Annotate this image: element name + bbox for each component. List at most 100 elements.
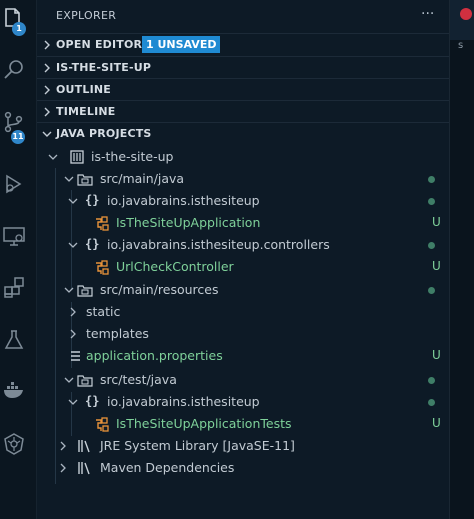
chevron-down-icon <box>64 377 74 383</box>
source-control-activity[interactable]: 11 <box>0 104 36 148</box>
package-icon: {} <box>85 394 100 408</box>
modified-dot <box>428 176 435 183</box>
untracked-status: U <box>432 348 441 362</box>
chevron-right-icon <box>44 40 50 50</box>
java-class-icon <box>96 216 109 231</box>
run-debug-activity[interactable] <box>0 166 36 210</box>
tree-item-source-folder[interactable]: src/main/resources <box>37 279 449 301</box>
kubernetes-icon <box>4 433 24 455</box>
section-label: TIMELINE <box>56 105 116 118</box>
chevron-down-icon <box>42 131 52 137</box>
editor-area: s <box>449 0 474 519</box>
sidebar-title: EXPLORER <box>56 9 117 22</box>
chevron-right-icon <box>60 441 66 451</box>
extensions-icon <box>4 277 24 298</box>
tree-item-java-class[interactable]: IsTheSiteUpApplication U <box>37 212 449 234</box>
tree-item-source-folder[interactable]: src/test/java <box>37 369 449 391</box>
section-open-editors[interactable]: OPEN EDITORS 1 UNSAVED <box>37 33 449 56</box>
docker-activity[interactable] <box>0 372 36 416</box>
tree-item-package[interactable]: {} io.javabrains.isthesiteup.controllers <box>37 234 449 256</box>
tree-item-folder[interactable]: templates <box>37 323 449 345</box>
kubernetes-activity[interactable] <box>0 426 36 470</box>
chevron-right-icon <box>44 63 50 73</box>
package-icon: {} <box>85 237 100 251</box>
chevron-right-icon <box>44 107 50 117</box>
library-icon <box>78 462 90 475</box>
java-class-icon <box>96 417 109 432</box>
explorer-activity[interactable]: 1 <box>0 0 36 44</box>
tree-item-library[interactable]: JRE System Library [JavaSE-11] <box>37 435 449 457</box>
properties-file-icon <box>71 351 80 361</box>
tree-item-label: src/main/resources <box>100 282 219 297</box>
tree-item-library[interactable]: Maven Dependencies <box>37 457 449 479</box>
section-timeline[interactable]: TIMELINE <box>37 100 449 123</box>
more-actions-icon[interactable]: ··· <box>421 6 434 22</box>
modified-dot <box>428 287 435 294</box>
java-class-icon <box>96 260 109 275</box>
source-folder-icon <box>77 285 93 297</box>
chevron-down-icon <box>68 399 78 405</box>
chevron-right-icon <box>44 85 50 95</box>
editor-text: s <box>458 40 464 51</box>
chevron-right-icon <box>70 329 76 339</box>
untracked-status: U <box>432 215 441 229</box>
explorer-sidebar: EXPLORER ··· OPEN EDITORS 1 UNSAVED IS-T… <box>37 0 449 519</box>
library-icon <box>78 440 90 453</box>
testing-activity[interactable] <box>0 322 36 366</box>
sidebar-header: EXPLORER ··· <box>37 0 449 32</box>
tree-item-folder[interactable]: static <box>37 301 449 323</box>
section-outline[interactable]: OUTLINE <box>37 78 449 101</box>
source-folder-icon <box>77 375 93 387</box>
unsaved-dot-icon <box>460 8 472 20</box>
untracked-status: U <box>432 416 441 430</box>
run-debug-icon <box>6 174 22 194</box>
source-control-badge: 11 <box>11 130 25 144</box>
remote-explorer-activity[interactable] <box>0 218 36 262</box>
section-label: JAVA PROJECTS <box>56 127 152 140</box>
search-activity[interactable] <box>0 52 36 96</box>
tree-item-label: IsTheSiteUpApplication <box>116 215 261 230</box>
section-label: OPEN EDITORS <box>56 38 151 51</box>
tree-item-label: io.javabrains.isthesiteup.controllers <box>107 237 330 252</box>
tree-item-label: src/test/java <box>100 372 177 387</box>
tree-item-label: io.javabrains.isthesiteup <box>107 394 260 409</box>
section-label: OUTLINE <box>56 83 112 96</box>
tree-item-label: io.javabrains.isthesiteup <box>107 193 260 208</box>
remote-explorer-icon <box>3 227 25 246</box>
chevron-down-icon <box>64 176 74 182</box>
tree-item-label: is-the-site-up <box>91 149 174 164</box>
editor-tab[interactable] <box>450 0 474 40</box>
chevron-down-icon <box>68 198 78 204</box>
section-java-projects[interactable]: JAVA PROJECTS <box>37 122 449 145</box>
modified-dot <box>428 377 435 384</box>
unsaved-badge: 1 UNSAVED <box>142 36 221 53</box>
chevron-down-icon <box>68 242 78 248</box>
tree-item-label: UrlCheckController <box>116 259 234 274</box>
modified-dot <box>428 399 435 406</box>
section-workspace[interactable]: IS-THE-SITE-UP <box>37 56 449 79</box>
extensions-activity[interactable] <box>0 270 36 314</box>
tree-item-package[interactable]: {} io.javabrains.isthesiteup <box>37 190 449 212</box>
tree-item-java-class[interactable]: IsTheSiteUpApplicationTests U <box>37 413 449 435</box>
tree-item-package[interactable]: {} io.javabrains.isthesiteup <box>37 391 449 413</box>
tree-item-source-folder[interactable]: src/main/java <box>37 168 449 190</box>
tree-item-label: src/main/java <box>100 171 185 186</box>
tree-item-label: IsTheSiteUpApplicationTests <box>116 416 292 431</box>
tree-item-label: application.properties <box>86 348 223 363</box>
chevron-down-icon <box>64 287 74 293</box>
section-label: IS-THE-SITE-UP <box>56 61 152 74</box>
tree-item-label: templates <box>86 326 149 341</box>
chevron-right-icon <box>70 307 76 317</box>
tree-item-project[interactable]: is-the-site-up <box>37 146 449 168</box>
docker-icon <box>4 382 23 398</box>
project-icon <box>70 150 84 164</box>
modified-dot <box>428 198 435 205</box>
tree-item-label: JRE System Library [JavaSE-11] <box>100 438 295 453</box>
testing-flask-icon <box>4 330 24 349</box>
untracked-status: U <box>432 259 441 273</box>
tree-item-file[interactable]: application.properties U <box>37 345 449 367</box>
tree-item-java-class[interactable]: UrlCheckController U <box>37 256 449 278</box>
package-icon: {} <box>85 193 100 207</box>
explorer-badge: 1 <box>12 22 26 36</box>
search-icon <box>4 60 23 79</box>
